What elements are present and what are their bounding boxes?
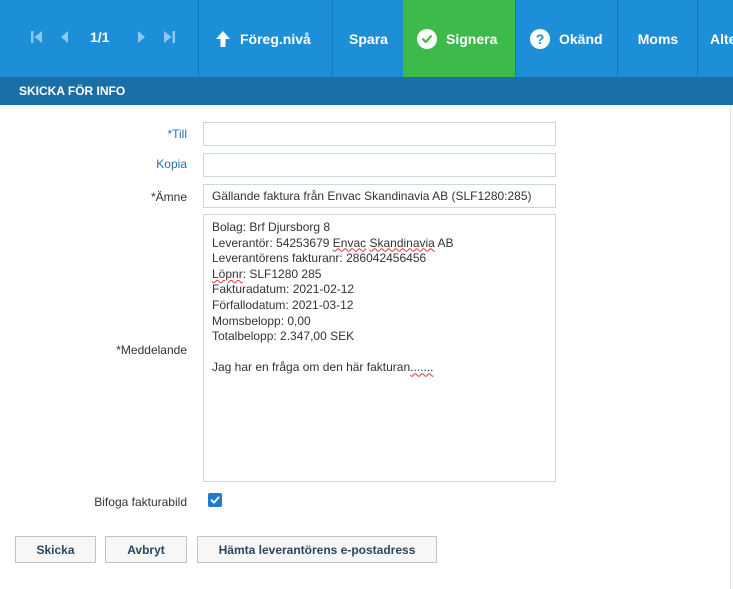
- up-arrow-icon: [215, 30, 231, 48]
- message-line: Jag har en fråga om den här fakturan....…: [212, 360, 434, 375]
- message-line: Momsbelopp: 0,00: [212, 313, 311, 328]
- skicka-button[interactable]: Skicka: [15, 536, 96, 563]
- foreg-niva-label: Föreg.nivå: [240, 30, 311, 47]
- kopia-input[interactable]: [203, 153, 556, 177]
- message-line: Löpnr: SLF1280 285: [212, 266, 322, 281]
- prev-page-icon[interactable]: [60, 29, 70, 50]
- till-label: *Till: [167, 127, 187, 141]
- foreg-niva-button[interactable]: Föreg.nivå: [198, 0, 332, 77]
- amne-input[interactable]: Gällande faktura från Envac Skandinavia …: [203, 184, 556, 208]
- moms-label: Moms: [637, 30, 679, 47]
- question-circle-icon: ?: [530, 28, 550, 49]
- hamta-epost-button[interactable]: Hämta leverantörens e-postadress: [197, 536, 437, 563]
- bifoga-label: Bifoga fakturabild: [94, 495, 187, 509]
- toolbar: 1/1 Föreg.nivå Spara Signera ? Okänd Mom…: [0, 0, 733, 77]
- okand-button[interactable]: ? Okänd: [515, 0, 617, 77]
- moms-button[interactable]: Moms: [617, 0, 698, 77]
- till-input[interactable]: [203, 122, 556, 146]
- last-page-icon[interactable]: [162, 29, 176, 50]
- meddelande-textarea[interactable]: Bolag: Brf Djursborg 8 Leverantör: 54253…: [203, 214, 556, 482]
- pager: 1/1: [0, 0, 198, 77]
- spara-label: Spara: [349, 30, 388, 47]
- first-page-icon[interactable]: [30, 29, 44, 50]
- alte-label: Alte: [710, 30, 733, 47]
- message-line: Leverantör: 54253679 Envac Skandinavia A…: [212, 235, 454, 250]
- checkmark-icon: [210, 496, 220, 504]
- message-line: Totalbelopp: 2.347,00 SEK: [212, 329, 355, 344]
- message-line: Förfallodatum: 2021-03-12: [212, 297, 354, 312]
- message-line: Leverantörens fakturanr: 286042456456: [212, 251, 427, 266]
- signera-button[interactable]: Signera: [403, 0, 515, 77]
- next-page-icon[interactable]: [136, 29, 146, 50]
- section-header: SKICKA FÖR INFO: [0, 77, 733, 105]
- spara-button[interactable]: Spara: [332, 0, 404, 77]
- message-line: Bolag: Brf Djursborg 8: [212, 220, 331, 234]
- amne-label: *Ämne: [150, 190, 187, 204]
- okand-label: Okänd: [559, 30, 603, 47]
- page-count: 1/1: [90, 29, 110, 45]
- message-line: Fakturadatum: 2021-02-12: [212, 282, 355, 297]
- alte-button[interactable]: Alte: [697, 0, 733, 77]
- meddelande-label: *Meddelande: [116, 343, 187, 357]
- signera-label: Signera: [446, 30, 498, 47]
- kopia-label[interactable]: Kopia: [0, 157, 187, 171]
- bifoga-checkbox[interactable]: [208, 493, 222, 507]
- panel-divider: [730, 105, 731, 589]
- avbryt-button[interactable]: Avbryt: [105, 536, 187, 563]
- check-circle-icon: [417, 28, 437, 49]
